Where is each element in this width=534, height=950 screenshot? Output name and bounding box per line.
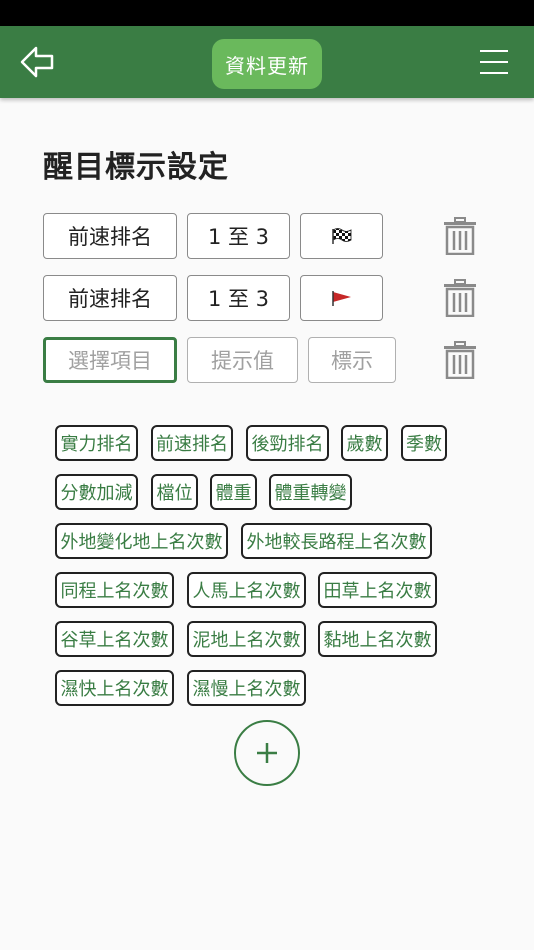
new-rule-marker-select[interactable]: 標示 xyxy=(308,337,396,383)
tag-chip[interactable]: 濕快上名次數 xyxy=(55,670,174,706)
tag-chip[interactable]: 田草上名次數 xyxy=(318,572,437,608)
tag-chip[interactable]: 體重轉變 xyxy=(269,474,352,510)
tag-chip[interactable]: 檔位 xyxy=(151,474,198,510)
tag-chip[interactable]: 泥地上名次數 xyxy=(187,621,306,657)
tag-chip[interactable]: 季數 xyxy=(401,425,447,461)
back-arrow-icon xyxy=(20,46,54,78)
tag-chip[interactable]: 同程上名次數 xyxy=(55,572,174,608)
delete-rule-button[interactable] xyxy=(442,217,478,256)
red-flag-icon xyxy=(331,291,351,306)
tag-chip[interactable]: 黏地上名次數 xyxy=(318,621,437,657)
trash-icon xyxy=(444,217,476,256)
delete-rule-button[interactable] xyxy=(442,341,478,380)
tag-chip[interactable]: 外地變化地上名次數 xyxy=(55,523,228,559)
update-data-button[interactable]: 資料更新 xyxy=(212,39,322,89)
tag-chip[interactable]: 實力排名 xyxy=(55,425,138,461)
rule-value-field[interactable]: 1 至 3 xyxy=(187,213,290,259)
new-rule-value-field[interactable]: 提示值 xyxy=(187,337,298,383)
app-bar: 資料更新 xyxy=(0,26,534,98)
tag-chip[interactable]: 谷草上名次數 xyxy=(55,621,174,657)
tag-chip[interactable]: 前速排名 xyxy=(151,425,233,461)
menu-button[interactable] xyxy=(478,46,512,78)
new-rule-item-select[interactable]: 選擇項目 xyxy=(43,337,177,383)
plus-icon xyxy=(257,743,277,763)
page-title: 醒目標示設定 xyxy=(43,150,229,185)
tag-chip[interactable]: 人馬上名次數 xyxy=(187,572,306,608)
new-rule-row: 選擇項目 提示值 標示 xyxy=(0,337,534,383)
tag-chip[interactable]: 分數加減 xyxy=(55,474,138,510)
tag-chip[interactable]: 濕慢上名次數 xyxy=(187,670,306,706)
rule-marker-select[interactable] xyxy=(300,275,383,321)
checkered-flag-icon xyxy=(331,228,351,244)
rule-row: 前速排名 1 至 3 xyxy=(0,275,534,321)
add-rule-button[interactable] xyxy=(234,720,300,786)
rule-value-field[interactable]: 1 至 3 xyxy=(187,275,290,321)
rule-row: 前速排名 1 至 3 xyxy=(0,213,534,259)
tag-chip[interactable]: 外地較長路程上名次數 xyxy=(241,523,432,559)
rule-item-select[interactable]: 前速排名 xyxy=(43,213,177,259)
status-bar xyxy=(0,0,534,26)
tag-chip[interactable]: 歲數 xyxy=(341,425,388,461)
trash-icon xyxy=(444,279,476,318)
menu-icon xyxy=(480,50,508,52)
trash-icon xyxy=(444,341,476,380)
back-button[interactable] xyxy=(18,44,58,80)
rule-item-select[interactable]: 前速排名 xyxy=(43,275,177,321)
tag-chip[interactable]: 體重 xyxy=(210,474,257,510)
delete-rule-button[interactable] xyxy=(442,279,478,318)
tag-chip[interactable]: 後勁排名 xyxy=(246,425,329,461)
rule-marker-select[interactable] xyxy=(300,213,383,259)
